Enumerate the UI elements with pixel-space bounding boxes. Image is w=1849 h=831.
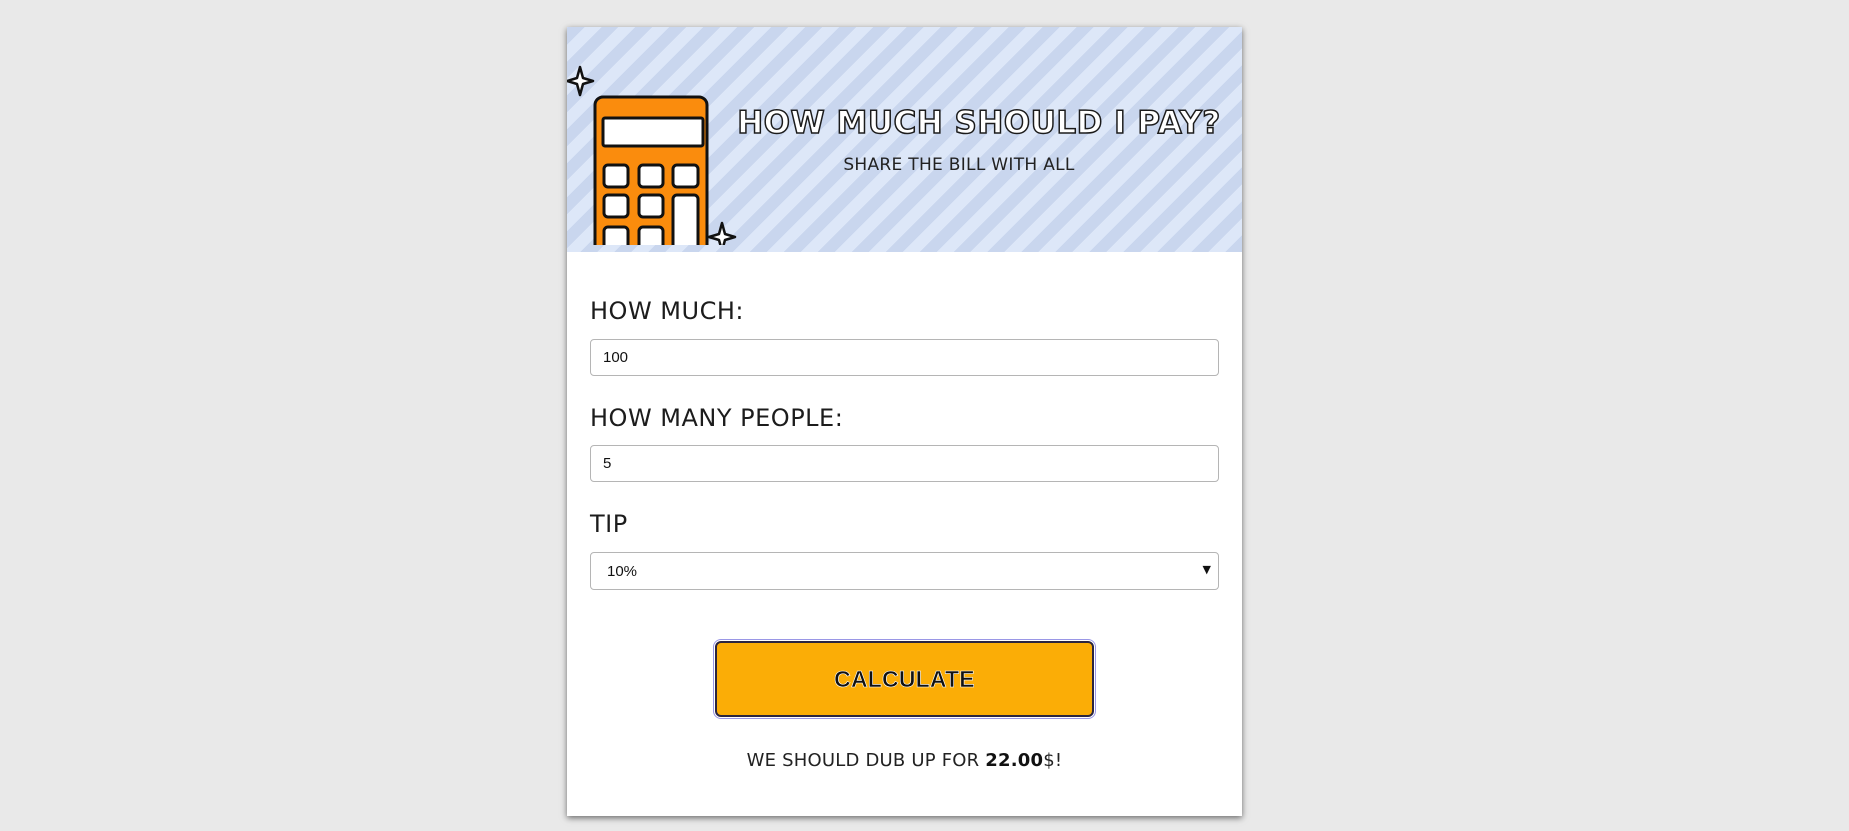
page-title: HOW MUCH SHOULD I PAY?: [736, 104, 1221, 142]
result-suffix: $!: [1043, 750, 1063, 771]
header-banner: HOW MUCH SHOULD I PAY? SHARE THE BILL WI…: [567, 27, 1242, 252]
people-label: HOW MANY PEOPLE:: [590, 404, 844, 432]
calculate-button[interactable]: CALCULATE: [713, 639, 1096, 719]
people-input[interactable]: [590, 445, 1219, 482]
tip-select[interactable]: 10% ▼: [590, 552, 1219, 590]
page-subtitle: SHARE THE BILL WITH ALL: [843, 155, 1075, 175]
calculator-card: HOW MUCH SHOULD I PAY? SHARE THE BILL WI…: [567, 27, 1242, 816]
dropdown-arrow-icon: ▼: [1202, 563, 1211, 576]
result-prefix: WE SHOULD DUB UP FOR: [746, 750, 986, 771]
result-text: WE SHOULD DUB UP FOR 22.00$!: [567, 750, 1242, 771]
tip-label: TIP: [590, 510, 628, 538]
amount-input[interactable]: [590, 339, 1219, 376]
tip-select-value: 10%: [607, 563, 638, 580]
calculator-icon: [567, 65, 737, 245]
result-amount: 22.00: [985, 750, 1044, 771]
amount-label: HOW MUCH:: [590, 297, 744, 325]
